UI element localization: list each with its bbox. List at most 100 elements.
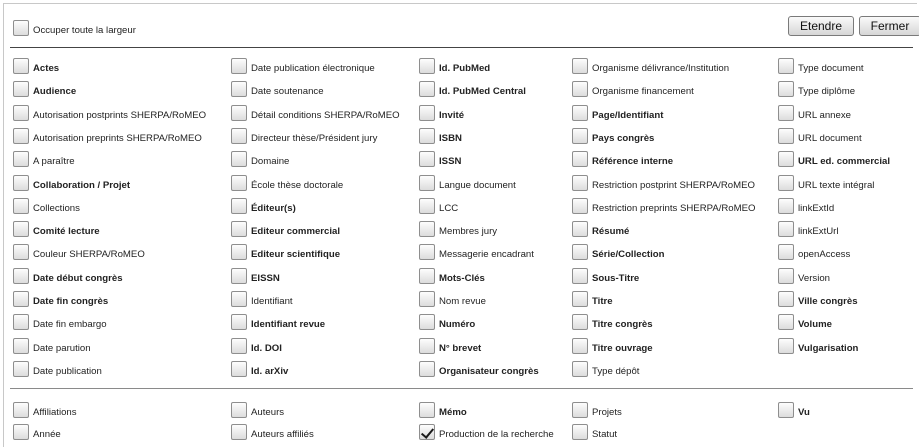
field-option-volume[interactable]: Volume (778, 314, 832, 331)
field-option-production-de-la-recherche[interactable]: Production de la recherche (419, 424, 554, 440)
field-option-id-pubmed-central[interactable]: Id. PubMed Central (419, 81, 526, 98)
field-option-url-document[interactable]: URL document (778, 127, 862, 144)
checkbox[interactable] (419, 360, 435, 377)
checkbox[interactable] (231, 337, 247, 354)
checkbox[interactable] (419, 127, 435, 144)
checkbox[interactable] (778, 58, 794, 74)
checkbox[interactable] (13, 402, 29, 418)
field-option-date-publication[interactable]: Date publication (13, 360, 102, 377)
field-option-titre[interactable]: Titre (572, 291, 613, 307)
checkbox[interactable] (231, 104, 247, 121)
checkbox[interactable] (231, 244, 247, 261)
checkbox[interactable] (231, 314, 247, 331)
field-option-numero[interactable]: Numéro (419, 314, 475, 331)
field-option-url-ed-commercial[interactable]: URL ed. commercial (778, 151, 890, 168)
checkbox[interactable] (13, 104, 29, 121)
field-option-version[interactable]: Version (778, 267, 830, 284)
field-option-date-parution[interactable]: Date parution (13, 337, 91, 354)
checkbox[interactable] (572, 197, 588, 214)
field-option-actes[interactable]: Actes (13, 58, 59, 74)
checkbox[interactable] (13, 81, 29, 98)
checkbox[interactable] (419, 81, 435, 98)
field-option-comite-lecture[interactable]: Comité lecture (13, 221, 100, 238)
field-option-titre-congres[interactable]: Titre congrès (572, 314, 653, 331)
field-option-resume[interactable]: Résumé (572, 221, 629, 238)
field-option-id-doi[interactable]: Id. DOI (231, 337, 282, 354)
checkbox[interactable] (13, 337, 29, 354)
field-option-type-depot[interactable]: Type dépôt (572, 360, 639, 377)
checkbox[interactable] (13, 221, 29, 238)
checkbox[interactable] (13, 424, 29, 440)
field-option-date-fin-embargo[interactable]: Date fin embargo (13, 314, 107, 331)
field-option-memo[interactable]: Mémo (419, 402, 467, 418)
checkbox[interactable] (572, 221, 588, 238)
field-option-date-soutenance[interactable]: Date soutenance (231, 81, 324, 98)
checkbox[interactable] (231, 127, 247, 144)
checkbox[interactable] (572, 402, 588, 418)
field-option-url-annexe[interactable]: URL annexe (778, 104, 851, 121)
field-option-nom-revue[interactable]: Nom revue (419, 291, 486, 307)
field-option-auteurs-affilies[interactable]: Auteurs affiliés (231, 424, 314, 440)
checkbox[interactable] (419, 337, 435, 354)
field-option-organisme-delivrance-institution[interactable]: Organisme délivrance/Institution (572, 58, 729, 74)
checkbox[interactable] (572, 424, 588, 440)
checkbox[interactable] (231, 58, 247, 74)
checkbox[interactable] (778, 104, 794, 121)
checkbox[interactable] (419, 174, 435, 191)
field-option-collections[interactable]: Collections (13, 197, 80, 214)
field-option-date-fin-congres[interactable]: Date fin congrès (13, 291, 108, 307)
full-width-option[interactable]: Occuper toute la largeur (13, 20, 136, 36)
checkbox[interactable] (13, 291, 29, 307)
field-option-titre-ouvrage[interactable]: Titre ouvrage (572, 337, 653, 354)
field-option-url-texte-integral[interactable]: URL texte intégral (778, 174, 874, 191)
field-option-n-brevet[interactable]: N° brevet (419, 337, 481, 354)
checkbox[interactable] (13, 151, 29, 168)
field-option-id-pubmed[interactable]: Id. PubMed (419, 58, 490, 74)
checkbox[interactable] (572, 337, 588, 354)
checkbox[interactable] (231, 174, 247, 191)
field-option-pays-congres[interactable]: Pays congrès (572, 127, 654, 144)
checkbox[interactable] (778, 337, 794, 354)
field-option-auteurs[interactable]: Auteurs (231, 402, 284, 418)
field-option-detail-conditions-sherpa-romeo[interactable]: Détail conditions SHERPA/RoMEO (231, 104, 400, 121)
full-width-checkbox[interactable] (13, 20, 29, 36)
field-option-audience[interactable]: Audience (13, 81, 76, 98)
field-option-collaboration-projet[interactable]: Collaboration / Projet (13, 174, 130, 191)
checkbox[interactable] (231, 197, 247, 214)
checkbox[interactable] (419, 58, 435, 74)
field-option-couleur-sherpa-romeo[interactable]: Couleur SHERPA/RoMEO (13, 244, 145, 261)
field-option-ecole-these-doctorale[interactable]: École thèse doctorale (231, 174, 343, 191)
checkbox[interactable] (778, 221, 794, 238)
checkbox[interactable] (778, 244, 794, 261)
field-option-date-debut-congres[interactable]: Date début congrès (13, 267, 123, 284)
field-option-autorisation-postprints-sherpa-romeo[interactable]: Autorisation postprints SHERPA/RoMEO (13, 104, 206, 121)
checkbox[interactable] (419, 291, 435, 307)
field-option-restriction-postprint-sherpa-romeo[interactable]: Restriction postprint SHERPA/RoMEO (572, 174, 755, 191)
checkbox[interactable] (778, 314, 794, 331)
field-option-linkextid[interactable]: linkExtId (778, 197, 834, 214)
checkbox[interactable] (13, 267, 29, 284)
checkbox[interactable] (778, 267, 794, 284)
field-option-organisateur-congres[interactable]: Organisateur congrès (419, 360, 539, 377)
checkbox[interactable] (419, 197, 435, 214)
checkbox[interactable] (419, 424, 435, 440)
field-option-identifiant-revue[interactable]: Identifiant revue (231, 314, 325, 331)
checkbox[interactable] (572, 151, 588, 168)
checkbox[interactable] (572, 291, 588, 307)
checkbox[interactable] (419, 314, 435, 331)
checkbox[interactable] (572, 244, 588, 261)
field-option-restriction-preprints-sherpa-romeo[interactable]: Restriction preprints SHERPA/RoMEO (572, 197, 756, 214)
checkbox[interactable] (572, 360, 588, 377)
checkbox[interactable] (778, 197, 794, 214)
checkbox[interactable] (572, 58, 588, 74)
checkbox[interactable] (13, 58, 29, 74)
checkbox[interactable] (778, 291, 794, 307)
field-option-eissn[interactable]: EISSN (231, 267, 280, 284)
checkbox[interactable] (231, 424, 247, 440)
field-option-annee[interactable]: Année (13, 424, 61, 440)
field-option-type-document[interactable]: Type document (778, 58, 864, 74)
checkbox[interactable] (231, 402, 247, 418)
checkbox[interactable] (231, 291, 247, 307)
field-option-serie-collection[interactable]: Série/Collection (572, 244, 665, 261)
checkbox[interactable] (419, 402, 435, 418)
